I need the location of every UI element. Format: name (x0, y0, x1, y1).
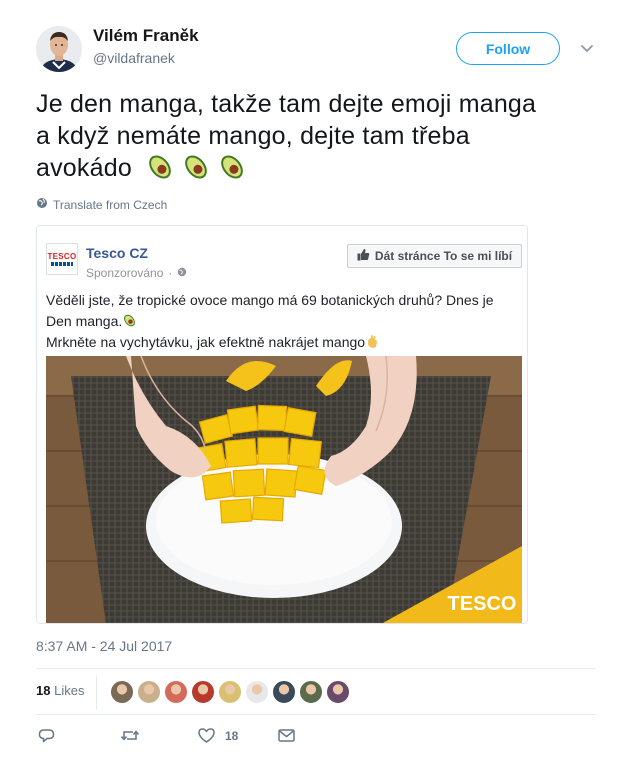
tesco-logo-stripes (51, 262, 73, 266)
likes-number: 18 (36, 683, 51, 698)
translate-label: Translate from Czech (53, 197, 168, 212)
liker-avatar[interactable] (272, 680, 296, 704)
globe-icon (36, 197, 48, 212)
author-handle[interactable]: @vildafranek (93, 50, 175, 66)
envelope-icon (278, 728, 295, 743)
post-text-line: Věděli jste, že tropické ovoce mango má … (46, 292, 494, 308)
avocado-icon (181, 152, 211, 190)
liker-avatar[interactable] (245, 680, 269, 704)
liker-avatar[interactable] (164, 680, 188, 704)
like-button[interactable]: 18 (198, 727, 278, 744)
divider (36, 714, 596, 715)
like-page-label: Dát stránce To se mi líbí (374, 249, 513, 263)
chevron-down-icon[interactable] (578, 40, 596, 58)
liker-avatar[interactable] (326, 680, 350, 704)
liker-avatar[interactable] (110, 680, 134, 704)
liker-avatar[interactable] (191, 680, 215, 704)
tweet-text-line: Je den manga, takže tam dejte emoji mang… (36, 90, 537, 118)
author-avatar[interactable] (36, 26, 82, 72)
like-count: 18 (225, 728, 239, 743)
post-text-line: Den manga. (46, 311, 522, 332)
emoji-group (145, 152, 247, 190)
globe-icon (177, 266, 187, 280)
post-text-segment: Den manga. (46, 313, 123, 329)
likers-avatars (110, 680, 350, 704)
tesco-watermark: TESCO (448, 593, 517, 615)
tweet-text: Je den manga, takže tam dejte emoji mang… (36, 88, 606, 190)
likes-label: Likes (54, 683, 85, 698)
divider (36, 668, 596, 669)
divider (96, 675, 97, 710)
facebook-embed-card[interactable]: TESCO Tesco CZ Sponzorováno · Dát stránc… (36, 225, 528, 624)
liker-avatar[interactable] (137, 680, 161, 704)
sponsored-text: Sponzorováno (86, 266, 164, 280)
tesco-logo[interactable]: TESCO (46, 243, 78, 275)
avocado-icon (122, 313, 137, 329)
likes-count[interactable]: 18 Likes (36, 683, 84, 698)
liker-avatar[interactable] (218, 680, 242, 704)
retweet-button[interactable] (120, 727, 198, 744)
thumbs-up-icon (357, 248, 370, 264)
post-text: Věděli jste, že tropické ovoce mango má … (46, 290, 522, 353)
post-text-line: Mrkněte na vychytávku, jak efektně nakrá… (46, 332, 522, 353)
tweet-actions: 18 (38, 727, 295, 744)
author-name[interactable]: Vilém Franěk (93, 26, 199, 46)
reply-icon (38, 727, 55, 744)
tweet-timestamp[interactable]: 8:37 AM - 24 Jul 2017 (36, 638, 172, 654)
tweet-text-line-word: avokádo (36, 154, 132, 182)
tesco-logo-text: TESCO (47, 252, 77, 261)
avocado-icon (217, 152, 247, 190)
follow-button[interactable]: Follow (456, 32, 560, 65)
dot-separator: · (168, 266, 173, 280)
translate-link[interactable]: Translate from Czech (36, 197, 167, 212)
like-page-button[interactable]: Dát stránce To se mi líbí (347, 244, 522, 268)
post-text-segment: Mrkněte na vychytávku, jak efektně nakrá… (46, 334, 366, 350)
direct-message-button[interactable] (278, 728, 295, 743)
tweet-text-line: avokádo (36, 152, 606, 190)
ok-hand-icon (365, 334, 380, 350)
reply-button[interactable] (38, 727, 120, 744)
avocado-icon (145, 152, 175, 190)
tweet: Vilém Franěk @vildafranek Follow Je den … (0, 0, 631, 774)
page-name-link[interactable]: Tesco CZ (86, 245, 148, 261)
retweet-icon (120, 727, 140, 744)
tweet-text-line: a když nemáte mango, dejte tam třeba (36, 122, 470, 150)
liker-avatar[interactable] (299, 680, 323, 704)
sponsored-label: Sponzorováno · (86, 266, 187, 280)
video-thumbnail[interactable]: TESCO (46, 356, 522, 623)
heart-icon (198, 727, 215, 744)
